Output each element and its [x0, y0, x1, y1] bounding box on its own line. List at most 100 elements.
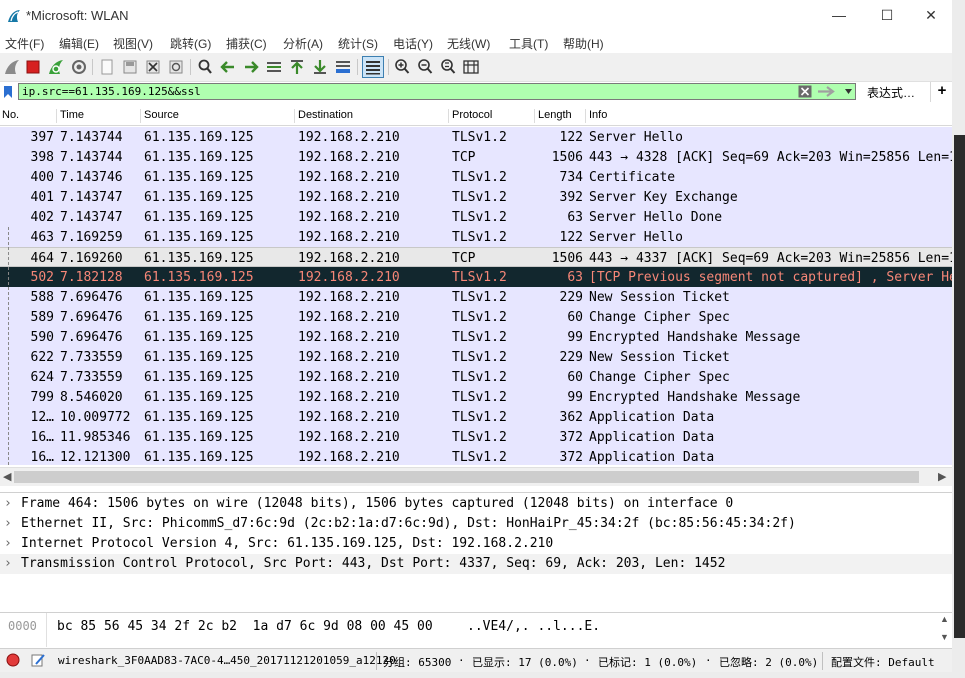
zoom-out-icon[interactable]	[416, 58, 434, 76]
packet-row[interactable]: 799 8.546020 61.135.169.125 192.168.2.210 TL…	[0, 387, 952, 407]
menu-view[interactable]: 视图(V)	[113, 35, 153, 52]
save-file-icon[interactable]	[121, 58, 139, 76]
bytes-hex[interactable]: bc 85 56 45 34 2f 2c b2 1a d7 6c 9d 08 0…	[57, 619, 433, 634]
detail-frame[interactable]: › Frame 464: 1506 bytes on wire (12048 b…	[0, 494, 952, 514]
detail-ip[interactable]: › Internet Protocol Version 4, Src: 61.1…	[0, 534, 952, 554]
packet-row[interactable]: 400 7.143746 61.135.169.125 192.168.2.210 TL…	[0, 167, 952, 187]
scroll-up-icon[interactable]: ▲	[940, 614, 949, 624]
packet-row[interactable]: 502 7.182128 61.135.169.125 192.168.2.210 TL…	[0, 267, 952, 287]
go-to-packet-icon[interactable]	[265, 58, 283, 76]
bookmark-icon[interactable]	[3, 85, 13, 99]
packet-row[interactable]: 12… 10.009772 61.135.169.125 192.168.2.210 T…	[0, 407, 952, 427]
packet-row[interactable]: 464 7.169260 61.135.169.125 192.168.2.210 TC…	[0, 247, 952, 267]
menu-edit[interactable]: 编辑(E)	[59, 35, 99, 52]
detail-tcp[interactable]: › Transmission Control Protocol, Src Por…	[0, 554, 952, 574]
packet-row[interactable]: 622 7.733559 61.135.169.125 192.168.2.210 TL…	[0, 347, 952, 367]
expand-chevron-icon[interactable]: ›	[4, 496, 12, 511]
apply-filter-icon[interactable]	[817, 86, 837, 97]
expand-chevron-icon[interactable]: ›	[4, 536, 12, 551]
add-filter-button[interactable]: +	[930, 82, 953, 102]
detail-text: Ethernet II, Src: PhicommS_d7:6c:9d (2c:…	[21, 516, 796, 531]
filter-history-chevron-icon[interactable]	[844, 88, 853, 95]
expression-button[interactable]: 表达式…	[867, 84, 915, 101]
minimize-button[interactable]: —	[816, 0, 862, 31]
packet-dst: 192.168.2.210	[298, 190, 400, 205]
expand-chevron-icon[interactable]: ›	[4, 516, 12, 531]
packet-row[interactable]: 588 7.696476 61.135.169.125 192.168.2.210 TL…	[0, 287, 952, 307]
bytes-ascii[interactable]: ..VE4/,. ..l...E.	[467, 619, 600, 634]
restart-capture-icon[interactable]	[47, 58, 65, 76]
packet-row[interactable]: 402 7.143747 61.135.169.125 192.168.2.210 TL…	[0, 207, 952, 227]
display-filter-input[interactable]: ip.src==61.135.169.125&&ssl	[18, 83, 856, 100]
packet-row[interactable]: 16… 12.121300 61.135.169.125 192.168.2.210 T…	[0, 447, 952, 465]
zoom-in-icon[interactable]	[393, 58, 411, 76]
scroll-right-icon[interactable]: ▶	[938, 470, 946, 483]
column-no[interactable]: No.	[0, 109, 19, 123]
detail-ethernet[interactable]: › Ethernet II, Src: PhicommS_d7:6c:9d (2…	[0, 514, 952, 534]
close-button[interactable]: ✕	[908, 0, 954, 31]
background-window-edge	[952, 0, 965, 678]
menu-help[interactable]: 帮助(H)	[563, 35, 604, 52]
stop-capture-icon[interactable]	[24, 58, 42, 76]
menu-capture[interactable]: 捕获(C)	[226, 35, 267, 52]
packet-length: 734	[559, 170, 583, 185]
start-capture-icon[interactable]	[3, 58, 21, 76]
packet-dst: 192.168.2.210	[298, 170, 400, 185]
zoom-reset-icon[interactable]	[439, 58, 457, 76]
resize-columns-icon[interactable]	[462, 58, 480, 76]
reload-file-icon[interactable]	[167, 58, 185, 76]
scroll-down-icon[interactable]: ▼	[940, 632, 949, 642]
go-first-packet-icon[interactable]	[288, 58, 306, 76]
status-profile[interactable]: 配置文件: Default	[831, 654, 935, 670]
column-time[interactable]: Time	[56, 109, 84, 123]
packet-length: 60	[567, 310, 583, 325]
packet-row[interactable]: 590 7.696476 61.135.169.125 192.168.2.210 TL…	[0, 327, 952, 347]
maximize-button[interactable]: ☐	[864, 0, 910, 31]
expand-chevron-icon[interactable]: ›	[4, 556, 12, 571]
open-file-icon[interactable]	[98, 58, 116, 76]
auto-scroll-icon[interactable]	[334, 58, 352, 76]
packet-length: 99	[567, 330, 583, 345]
menu-telephony[interactable]: 电话(Y)	[393, 35, 433, 52]
column-length[interactable]: Length	[534, 109, 572, 123]
close-file-icon[interactable]	[144, 58, 162, 76]
column-info[interactable]: Info	[585, 109, 607, 123]
colorize-packets-icon[interactable]	[364, 58, 382, 76]
packet-info: Certificate	[589, 170, 676, 185]
go-last-packet-icon[interactable]	[311, 58, 329, 76]
packet-src: 61.135.169.125	[144, 251, 254, 266]
scroll-left-icon[interactable]: ◀	[3, 470, 11, 483]
column-source[interactable]: Source	[140, 109, 179, 123]
clear-filter-icon[interactable]	[798, 85, 812, 98]
menu-statistics[interactable]: 统计(S)	[338, 35, 378, 52]
packet-dst: 192.168.2.210	[298, 390, 400, 405]
capture-options-icon[interactable]	[70, 58, 88, 76]
packet-time: 7.143747	[60, 210, 123, 225]
go-forward-icon[interactable]	[242, 58, 260, 76]
column-destination[interactable]: Destination	[294, 109, 353, 123]
menu-wireless[interactable]: 无线(W)	[447, 35, 490, 52]
column-protocol[interactable]: Protocol	[448, 109, 492, 123]
menu-file[interactable]: 文件(F)	[5, 35, 44, 52]
menu-analyze[interactable]: 分析(A)	[283, 35, 323, 52]
packet-proto: TLSv1.2	[452, 410, 507, 425]
find-packet-icon[interactable]	[196, 58, 214, 76]
scrollbar-thumb[interactable]	[14, 471, 919, 483]
packet-no: 401	[30, 190, 54, 205]
expert-info-icon[interactable]	[6, 653, 20, 667]
go-back-icon[interactable]	[219, 58, 237, 76]
packet-row[interactable]: 397 7.143744 61.135.169.125 192.168.2.210 TL…	[0, 127, 952, 147]
packet-row[interactable]: 463 7.169259 61.135.169.125 192.168.2.210 TL…	[0, 227, 952, 247]
packet-row[interactable]: 401 7.143747 61.135.169.125 192.168.2.210 TL…	[0, 187, 952, 207]
menu-tools[interactable]: 工具(T)	[509, 35, 548, 52]
packet-row[interactable]: 398 7.143744 61.135.169.125 192.168.2.210 TC…	[0, 147, 952, 167]
capture-file-name[interactable]: wireshark_3F0AAD83-7AC0-4…450_2017112120…	[58, 654, 396, 667]
packet-row[interactable]: 589 7.696476 61.135.169.125 192.168.2.210 TL…	[0, 307, 952, 327]
packet-row[interactable]: 624 7.733559 61.135.169.125 192.168.2.210 TL…	[0, 367, 952, 387]
packet-time: 7.696476	[60, 310, 123, 325]
capture-comment-icon[interactable]	[30, 652, 46, 668]
packet-row[interactable]: 16… 11.985346 61.135.169.125 192.168.2.210 T…	[0, 427, 952, 447]
packet-list-scrollbar[interactable]: ◀ ▶	[0, 467, 952, 486]
packet-length: 1506	[551, 251, 583, 266]
menu-go[interactable]: 跳转(G)	[170, 35, 211, 52]
